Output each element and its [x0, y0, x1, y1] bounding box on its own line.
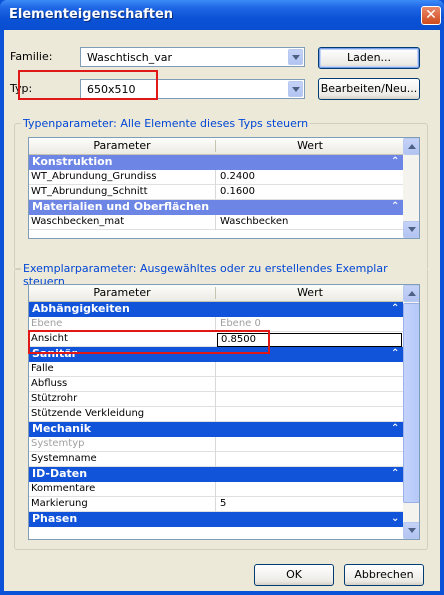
laden-button[interactable]: Laden... — [318, 47, 420, 69]
table-row[interactable]: Kommentare — [29, 482, 404, 497]
scroll-up-icon[interactable] — [403, 138, 419, 155]
scroll-down-icon[interactable] — [403, 221, 419, 238]
category-konstruktion[interactable]: Konstruktion ⌃ — [29, 155, 404, 170]
dialog-body: Familie: Waschtisch_var Laden... Typ: 65… — [4, 30, 440, 591]
familie-dropdown[interactable]: Waschtisch_var — [80, 47, 305, 67]
collapse-chevron-icon[interactable]: ⌃ — [391, 423, 399, 434]
close-icon: ✕ — [425, 7, 437, 23]
category-mechanik[interactable]: Mechanik ⌃ — [29, 422, 404, 437]
table-row[interactable]: WT_Abrundung_Grundiss 0.2400 — [29, 170, 404, 185]
collapse-chevron-icon[interactable]: ⌄ — [391, 513, 399, 524]
type-parameters-grid[interactable]: Parameter Wert Konstruktion ⌃ WT_Abrundu… — [28, 137, 420, 239]
instance-grid-scrollbar[interactable] — [403, 285, 419, 539]
instance-col-wert[interactable]: Wert — [216, 286, 404, 299]
type-col-wert[interactable]: Wert — [216, 139, 404, 152]
table-row[interactable]: Stützende Verkleidung — [29, 407, 404, 422]
table-row[interactable]: Abfluss — [29, 377, 404, 392]
table-row[interactable]: Systemname — [29, 452, 404, 467]
type-grid-header: Parameter Wert — [29, 138, 404, 155]
collapse-chevron-icon[interactable]: ⌃ — [391, 303, 399, 314]
chevron-down-icon[interactable] — [288, 81, 303, 97]
instance-parameters-grid[interactable]: Parameter Wert Abhängigkeiten ⌃ Ebene Eb… — [28, 284, 420, 540]
category-phasen[interactable]: Phasen ⌄ — [29, 512, 404, 527]
chevron-down-icon[interactable] — [288, 49, 303, 65]
window-title: Elementeigenschaften — [9, 7, 174, 22]
table-row[interactable]: Stützrohr — [29, 392, 404, 407]
close-button[interactable]: ✕ — [421, 6, 441, 25]
dialog-window: Elementeigenschaften ✕ Familie: Waschtis… — [0, 0, 444, 595]
highlight-box-typ — [18, 70, 158, 100]
category-id-daten[interactable]: ID-Daten ⌃ — [29, 467, 404, 482]
type-grid-scrollbar[interactable] — [403, 138, 419, 238]
scroll-down-icon[interactable] — [403, 522, 419, 539]
table-row[interactable]: Falle — [29, 362, 404, 377]
collapse-chevron-icon[interactable]: ⌃ — [391, 156, 399, 167]
type-parameters-title: Typenparameter: Alle Elemente dieses Typ… — [21, 117, 311, 130]
ok-button[interactable]: OK — [254, 564, 334, 586]
title-bar[interactable]: Elementeigenschaften ✕ — [0, 0, 444, 30]
scroll-up-icon[interactable] — [403, 285, 419, 302]
category-abhaengigkeiten[interactable]: Abhängigkeiten ⌃ — [29, 302, 404, 317]
collapse-chevron-icon[interactable]: ⌃ — [391, 201, 399, 212]
category-materialien[interactable]: Materialien und Oberflächen ⌃ — [29, 200, 404, 215]
type-col-parameter[interactable]: Parameter — [29, 139, 215, 152]
familie-value: Waschtisch_var — [87, 51, 173, 64]
bearbeiten-neu-button[interactable]: Bearbeiten/Neu... — [318, 78, 420, 100]
collapse-chevron-icon[interactable]: ⌃ — [391, 468, 399, 479]
collapse-chevron-icon[interactable]: ⌃ — [391, 348, 399, 359]
table-row[interactable]: WT_Abrundung_Schnitt 0.1600 — [29, 185, 404, 200]
familie-label: Familie: — [10, 50, 53, 63]
table-row[interactable]: Systemtyp — [29, 437, 404, 452]
instance-grid-header: Parameter Wert — [29, 285, 404, 302]
scroll-thumb[interactable] — [403, 303, 419, 503]
table-row[interactable]: Waschbecken_mat Waschbecken — [29, 215, 404, 230]
abbrechen-button[interactable]: Abbrechen — [344, 564, 424, 586]
instance-col-parameter[interactable]: Parameter — [29, 286, 215, 299]
table-row[interactable]: Markierung 5 — [29, 497, 404, 512]
highlight-box-ansicht — [28, 330, 270, 354]
